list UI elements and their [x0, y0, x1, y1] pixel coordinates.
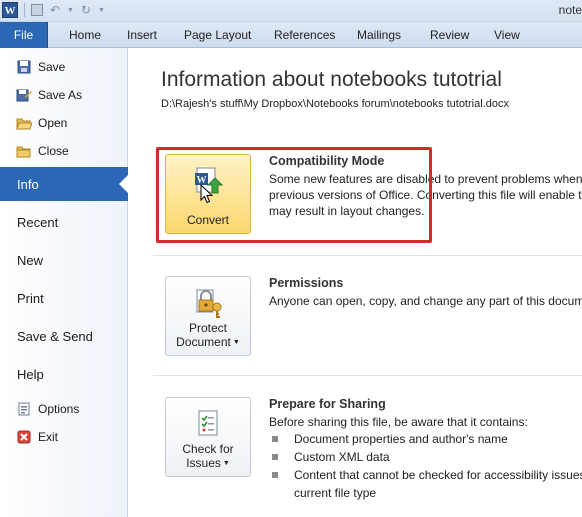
highlight-annotation — [156, 147, 432, 243]
title-bar: W ↶ ▼ ↻ ▼ note — [0, 0, 582, 22]
tab-references[interactable]: References — [274, 22, 335, 48]
redo-icon[interactable]: ↻ — [78, 2, 94, 18]
nav-recent[interactable]: Recent — [0, 205, 128, 239]
tab-view[interactable]: View — [494, 22, 520, 48]
tab-file[interactable]: File — [0, 22, 48, 48]
close-item[interactable]: Close — [0, 139, 128, 163]
chevron-down-icon: ▼ — [222, 460, 230, 468]
lock-key-icon — [196, 289, 222, 318]
list-item: Document properties and author's name — [269, 430, 582, 448]
permissions-text: Anyone can open, copy, and change any pa… — [269, 294, 582, 308]
tab-page-layout[interactable]: Page Layout — [184, 22, 251, 48]
list-item-continuation: current file type — [294, 486, 377, 500]
section-divider — [153, 375, 582, 376]
nav-print[interactable]: Print — [0, 281, 128, 315]
tab-review[interactable]: Review — [430, 22, 469, 48]
sharing-heading: Prepare for Sharing — [269, 397, 386, 411]
document-label: Document ▼ — [176, 335, 240, 349]
page-title: Information about notebooks tutotrial — [161, 68, 502, 91]
exit-item[interactable]: Exit — [0, 425, 128, 449]
close-label: Close — [38, 144, 69, 158]
nav-save-send[interactable]: Save & Send — [0, 319, 128, 353]
ribbon-tabs: File Home Insert Page Layout References … — [0, 22, 582, 48]
open-item[interactable]: Open — [0, 111, 128, 135]
list-item: Custom XML data — [269, 448, 582, 466]
options-icon — [16, 401, 32, 417]
file-path: D:\Rajesh's stuff\My Dropbox\Notebooks f… — [161, 98, 509, 110]
backstage-nav: Save Save As Open Close Info Recent New … — [0, 48, 129, 517]
save-label: Save — [38, 60, 66, 74]
chevron-down-icon[interactable]: ▼ — [67, 7, 74, 14]
section-divider — [153, 255, 582, 256]
sharing-intro: Before sharing this file, be aware that … — [269, 415, 528, 429]
tab-home[interactable]: Home — [69, 22, 101, 48]
exit-icon — [16, 429, 32, 445]
toolbar-separator — [24, 3, 25, 17]
word-icon[interactable]: W — [2, 2, 18, 18]
options-label: Options — [38, 402, 80, 416]
tab-mailings[interactable]: Mailings — [357, 22, 401, 48]
options-item[interactable]: Options — [0, 397, 128, 421]
nav-help[interactable]: Help — [0, 357, 128, 391]
save-item[interactable]: Save — [0, 55, 128, 79]
checklist-icon — [198, 410, 218, 436]
customize-toolbar-icon[interactable]: ▼ — [98, 7, 105, 14]
save-as-icon — [16, 87, 32, 103]
check-for-issues-button[interactable]: Check for Issues ▼ — [165, 397, 251, 477]
window-title: note — [558, 3, 582, 17]
tab-insert[interactable]: Insert — [127, 22, 157, 48]
protect-label: Protect — [188, 321, 227, 335]
open-folder-icon — [16, 115, 32, 131]
permissions-heading: Permissions — [269, 276, 344, 290]
save-as-item[interactable]: Save As — [0, 83, 128, 107]
check-for-label: Check for — [182, 442, 234, 456]
info-panel: Information about notebooks tutotrial D:… — [129, 48, 582, 517]
save-icon — [16, 59, 32, 75]
open-label: Open — [38, 116, 68, 130]
list-item: Content that cannot be checked for acces… — [269, 466, 582, 484]
sharing-list: Document properties and author's name Cu… — [269, 430, 582, 484]
protect-document-button[interactable]: Protect Document ▼ — [165, 276, 251, 356]
quick-access-toolbar: W ↶ ▼ ↻ ▼ — [2, 2, 105, 18]
nav-info[interactable]: Info — [0, 167, 129, 201]
save-icon[interactable] — [31, 4, 43, 16]
close-folder-icon — [16, 143, 32, 159]
nav-new[interactable]: New — [0, 243, 128, 277]
exit-label: Exit — [38, 430, 59, 444]
undo-icon[interactable]: ↶ — [47, 2, 63, 18]
save-as-label: Save As — [38, 88, 83, 102]
chevron-down-icon: ▼ — [232, 339, 240, 347]
issues-label: Issues ▼ — [186, 456, 230, 470]
